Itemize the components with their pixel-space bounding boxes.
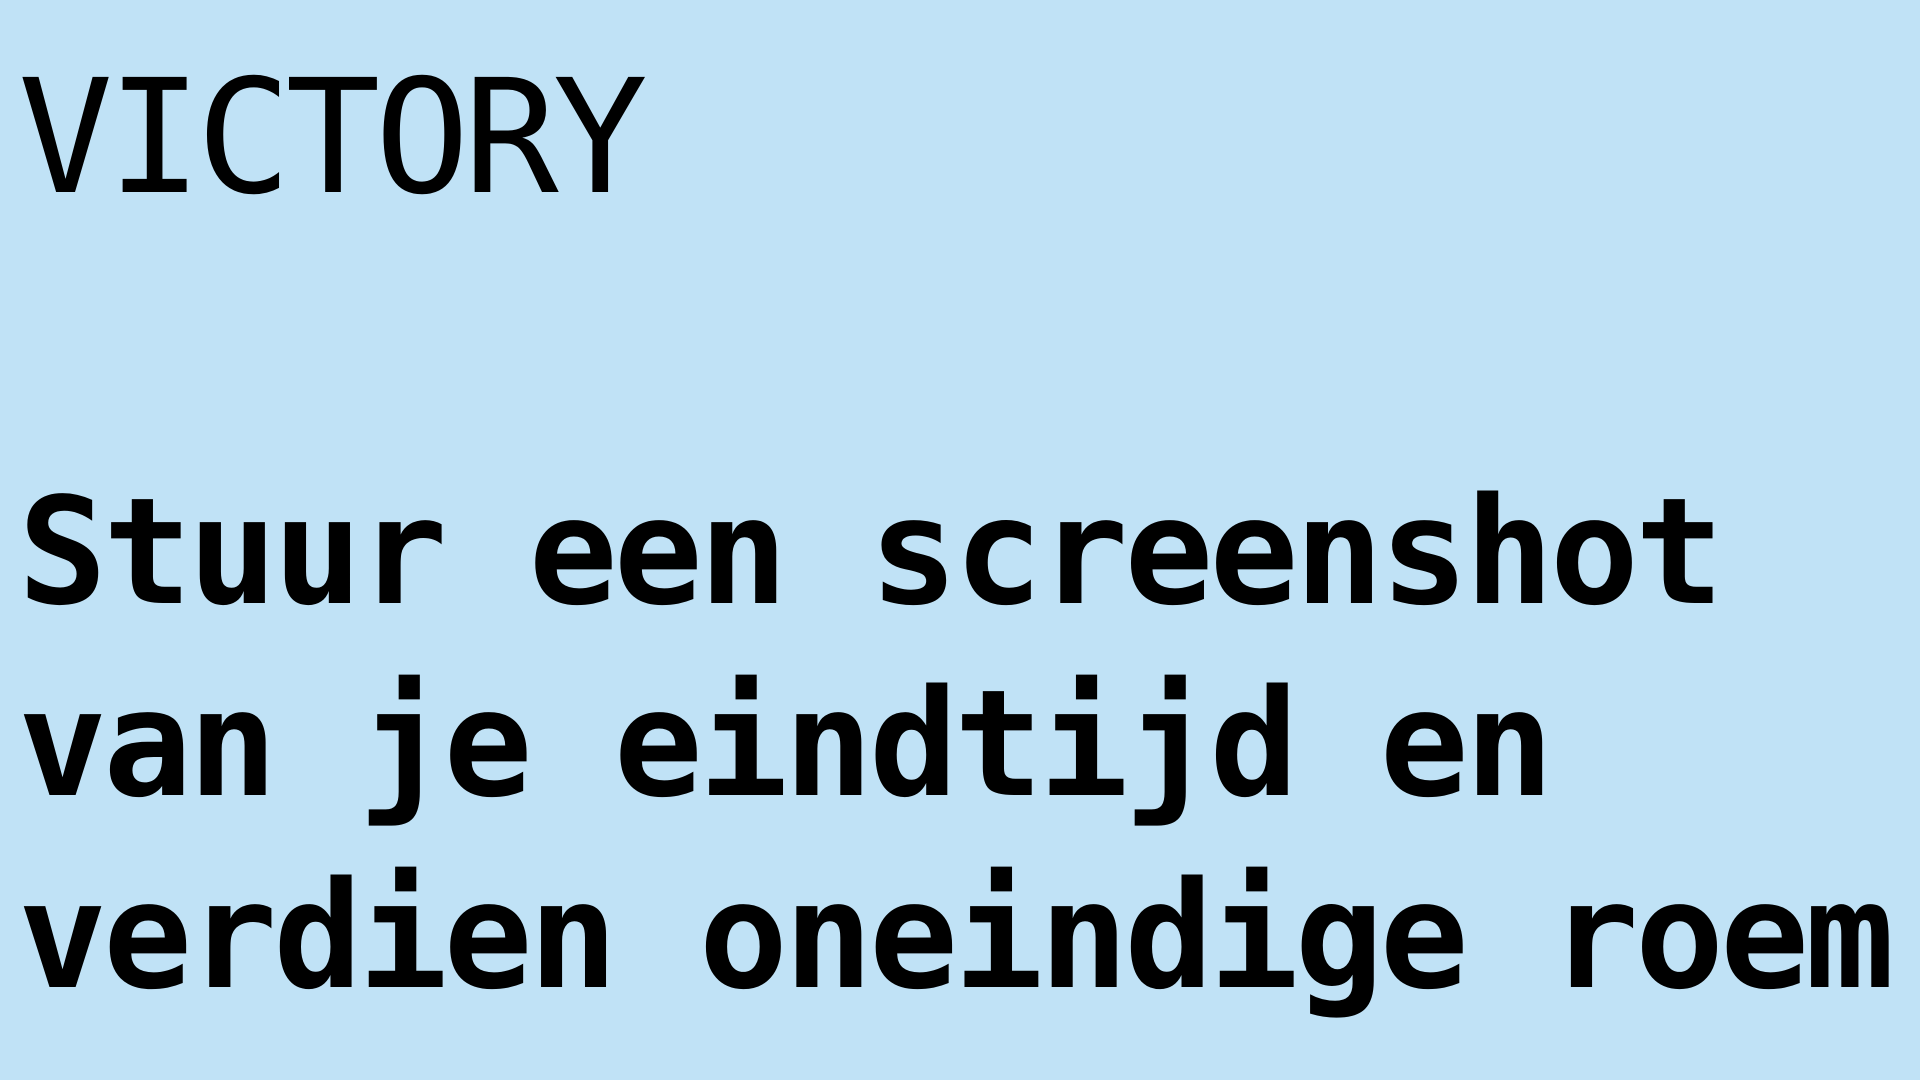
victory-screen: VICTORY Stuur een screenshot van je eind… xyxy=(0,0,1920,1080)
message-line-3: verdien oneindige roem! xyxy=(18,850,1920,1022)
victory-message: Stuur een screenshot van je eindtijd en … xyxy=(18,456,1920,1032)
victory-title: VICTORY xyxy=(18,46,648,230)
message-line-1: Stuur een screenshot xyxy=(18,466,1724,638)
message-line-2: van je eindtijd en xyxy=(18,658,1554,830)
